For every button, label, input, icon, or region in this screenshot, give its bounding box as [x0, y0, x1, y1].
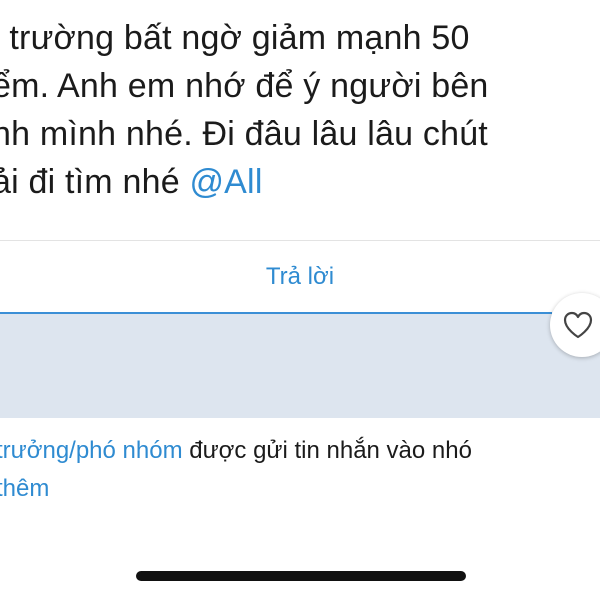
message-line-4-text: ải đi tìm nhé: [0, 163, 190, 201]
notice-line-1: trưởng/phó nhóm được gửi tin nhắn vào nh…: [0, 432, 600, 470]
message-line-2: ểm. Anh em nhớ để ý người bên: [0, 67, 489, 105]
group-admin-link[interactable]: trưởng/phó nhóm: [0, 437, 183, 464]
home-indicator[interactable]: [136, 571, 466, 581]
notice-more-link[interactable]: thêm: [0, 470, 600, 508]
permission-notice: trưởng/phó nhóm được gửi tin nhắn vào nh…: [0, 432, 600, 508]
reply-button[interactable]: Trả lời: [0, 241, 600, 313]
message-line-3: nh mình nhé. Đi đâu lâu lâu chút: [0, 115, 488, 153]
message-line-1: ị trường bất ngờ giảm mạnh 50: [0, 19, 470, 57]
reply-input-area[interactable]: [0, 314, 600, 418]
message-text: ị trường bất ngờ giảm mạnh 50 ểm. Anh em…: [0, 14, 600, 206]
heart-icon: [563, 311, 593, 339]
message-line-4: ải đi tìm nhé @All: [0, 158, 600, 206]
notice-line-1-rest: được gửi tin nhắn vào nhó: [182, 437, 472, 464]
mention-all[interactable]: @All: [189, 163, 262, 201]
chat-screen: ị trường bất ngờ giảm mạnh 50 ểm. Anh em…: [0, 0, 600, 600]
